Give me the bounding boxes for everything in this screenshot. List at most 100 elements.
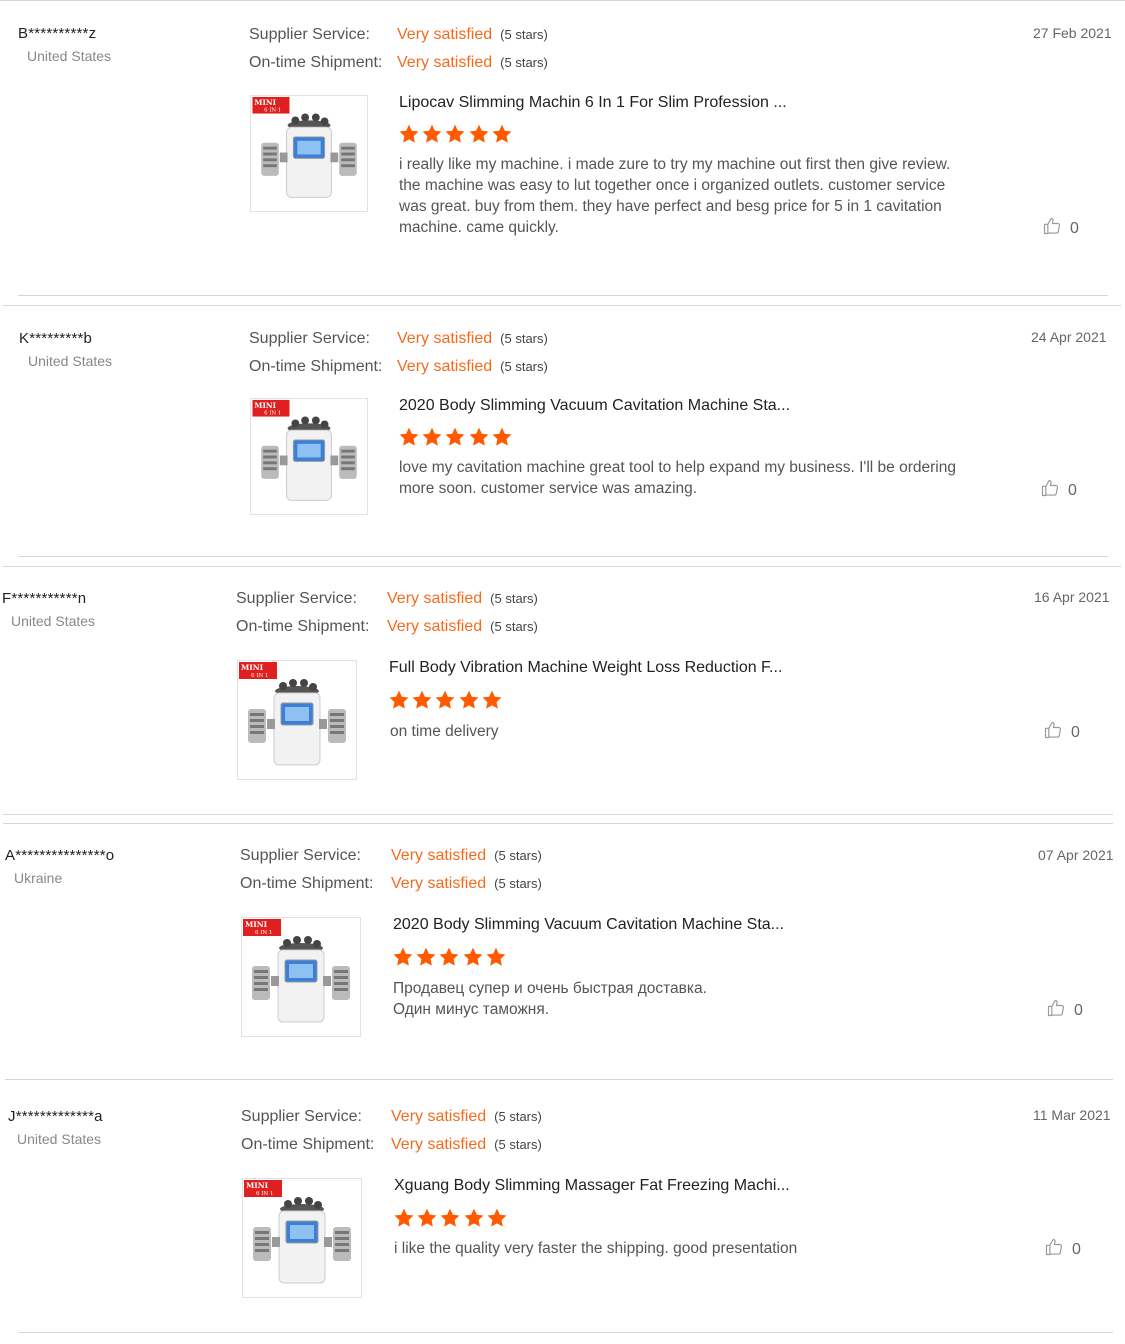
product-title-link[interactable]: 2020 Body Slimming Vacuum Cavitation Mac… [393,916,784,934]
product-thumbnail[interactable]: MINI 6 IN 1 [250,398,368,515]
shipment-label: On-time Shipment: [249,54,383,71]
reviewer-info: K*********b United States [19,330,112,369]
product-title-link[interactable]: Lipocav Slimming Machin 6 In 1 For Slim … [399,94,787,112]
shipment-rating: On-time Shipment: Very satisfied (5 stars) [236,613,538,641]
star-icon [459,690,479,709]
review-item: A***************o Ukraine Supplier Servi… [0,823,1125,1083]
shipment-value: Very satisfied [391,1136,487,1153]
reviewer-info: B**********z United States [18,25,111,64]
reviewer-name: K*********b [19,330,93,347]
helpful-count: 0 [1070,219,1079,237]
star-icon [440,1208,460,1227]
seller-ratings: Supplier Service: Very satisfied (5 stars)… [241,1103,542,1159]
product-thumbnail[interactable]: MINI 6 IN 1 [242,1178,362,1298]
product-thumbnail[interactable]: MINI 6 IN 1 [241,917,361,1037]
supplier-service-stars: (5 stars) [494,1109,542,1124]
star-icon [416,947,436,966]
seller-ratings: Supplier Service: Very satisfied (5 stars)… [249,325,548,381]
shipment-label: On-time Shipment: [240,875,374,892]
star-icon [469,427,489,446]
shipment-label: On-time Shipment: [241,1136,375,1153]
reviewer-info: J*************a United States [8,1108,103,1147]
thumbs-up-icon [1043,720,1063,745]
thumbs-up-icon [1046,998,1066,1023]
reviewer-country: Ukraine [14,870,63,886]
star-rating [388,689,504,716]
product-image: MINI6 IN 1 [251,96,367,211]
thumbs-up-icon [1044,1237,1064,1262]
shipment-rating: On-time Shipment: Very satisfied (5 stars) [241,1131,542,1159]
star-icon [422,124,442,143]
helpful-button[interactable]: 0 [1044,1237,1081,1262]
shipment-stars: (5 stars) [494,876,542,891]
product-thumbnail[interactable]: MINI 6 IN 1 [237,660,357,780]
supplier-service-value: Very satisfied [397,26,493,43]
seller-ratings: Supplier Service: Very satisfied (5 stars)… [240,842,542,898]
star-icon [439,947,459,966]
svg-text:6 IN 1: 6 IN 1 [255,930,272,936]
supplier-service-rating: Supplier Service: Very satisfied (5 stars) [236,585,538,613]
review-divider [18,556,1108,557]
svg-text:MINI: MINI [254,98,276,107]
product-title-link[interactable]: Full Body Vibration Machine Weight Loss … [389,659,782,677]
star-icon [492,427,512,446]
helpful-count: 0 [1071,723,1080,741]
shipment-rating: On-time Shipment: Very satisfied (5 stars) [240,870,542,898]
helpful-button[interactable]: 0 [1040,478,1077,503]
review-item: J*************a United States Supplier S… [0,1084,1125,1344]
reviewer-info: F***********n United States [2,590,95,629]
supplier-service-rating: Supplier Service: Very satisfied (5 stars) [240,842,542,870]
supplier-service-stars: (5 stars) [500,331,548,346]
reviewer-name: B**********z [18,25,97,42]
supplier-service-rating: Supplier Service: Very satisfied (5 stars) [249,21,548,49]
review-text: i like the quality very faster the shipp… [394,1240,798,1257]
svg-text:6 IN 1: 6 IN 1 [264,108,281,114]
review-text: i really like my machine. i made zure to… [399,156,951,236]
reviewer-country: United States [28,353,113,369]
product-image: MINI6 IN 1 [251,399,367,514]
shipment-value: Very satisfied [397,358,493,375]
star-icon [482,690,502,709]
star-icon [422,427,442,446]
helpful-button[interactable]: 0 [1043,720,1080,745]
star-icon [412,690,432,709]
helpful-button[interactable]: 0 [1046,998,1083,1023]
supplier-service-label: Supplier Service: [249,330,370,347]
supplier-service-label: Supplier Service: [249,26,370,43]
star-rating [398,123,514,150]
svg-text:MINI: MINI [245,920,268,929]
review-text: love my cavitation machine great tool to… [399,459,956,497]
helpful-button[interactable]: 0 [1042,216,1079,241]
product-image: MINI6 IN 1 [242,918,360,1036]
supplier-service-label: Supplier Service: [241,1108,362,1125]
star-icon [463,947,483,966]
review-date: 24 Apr 2021 [1031,329,1107,345]
star-rating [398,426,514,453]
shipment-value: Very satisfied [387,618,483,635]
review-date: 16 Apr 2021 [1034,589,1110,605]
review-text: Продавец супер и очень быстрая доставка.… [393,980,707,1018]
seller-ratings: Supplier Service: Very satisfied (5 stars)… [249,21,548,77]
supplier-service-rating: Supplier Service: Very satisfied (5 stars) [249,325,548,353]
helpful-count: 0 [1068,481,1077,499]
svg-text:6 IN 1: 6 IN 1 [256,1191,273,1197]
reviewer-country: United States [27,48,112,64]
supplier-service-label: Supplier Service: [240,847,361,864]
reviewer-country: United States [11,613,96,629]
star-rating [393,1207,509,1234]
supplier-service-value: Very satisfied [391,847,487,864]
product-thumbnail[interactable]: MINI 6 IN 1 [250,95,368,212]
product-title-link[interactable]: Xguang Body Slimming Massager Fat Freezi… [394,1177,790,1195]
shipment-rating: On-time Shipment: Very satisfied (5 stars) [249,353,548,381]
product-title-link[interactable]: 2020 Body Slimming Vacuum Cavitation Mac… [399,397,790,415]
review-divider [3,814,1113,815]
reviewer-info: A***************o Ukraine [5,847,114,886]
svg-text:MINI: MINI [246,1181,269,1190]
star-icon [399,124,419,143]
supplier-service-label: Supplier Service: [236,590,357,607]
review-item: K*********b United States Supplier Servi… [0,305,1125,565]
star-icon [486,947,506,966]
star-icon [393,947,413,966]
svg-text:MINI: MINI [254,401,276,410]
shipment-label: On-time Shipment: [249,358,383,375]
